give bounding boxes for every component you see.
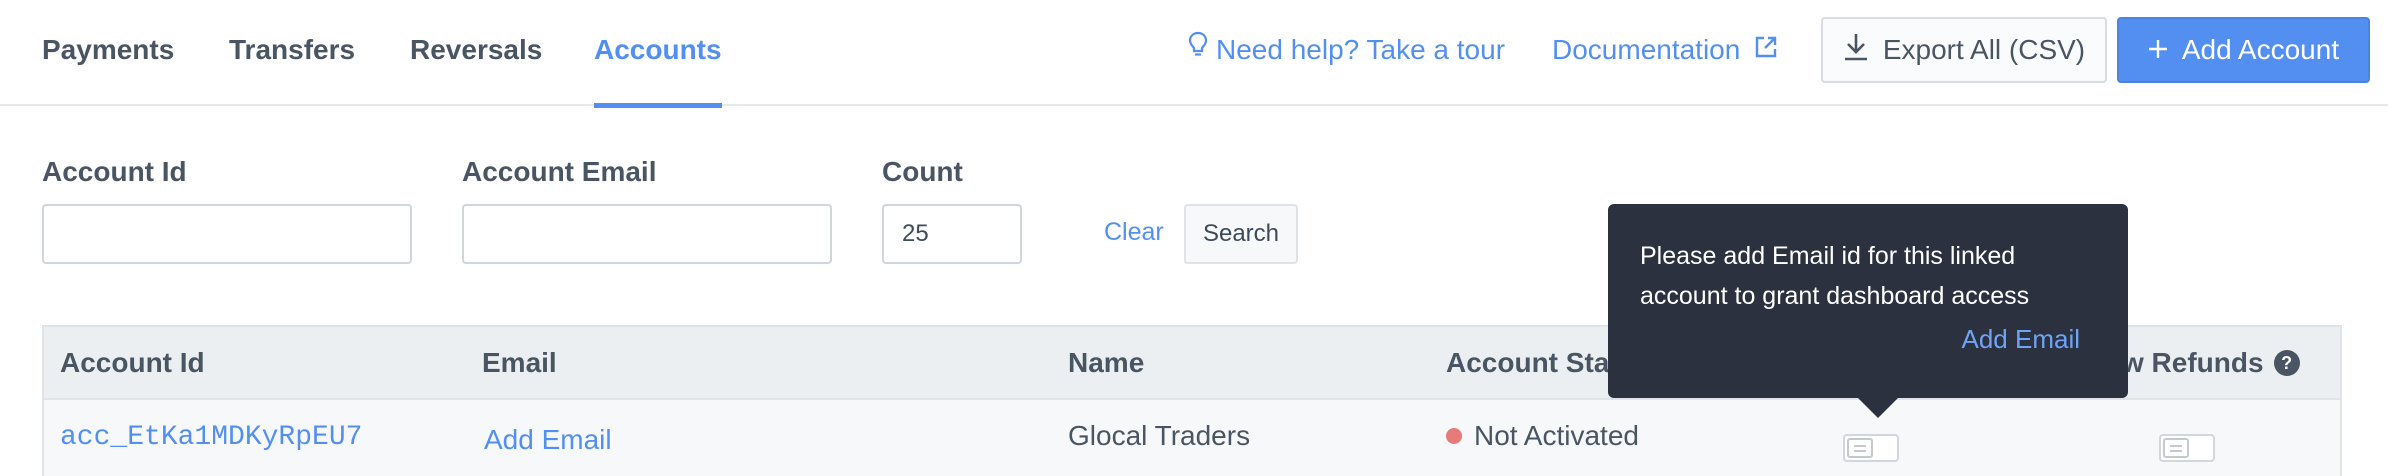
account-email-filter-label: Account Email xyxy=(462,156,657,187)
count-input[interactable] xyxy=(882,204,1022,264)
status-dot-icon xyxy=(1446,428,1462,444)
account-status: Not Activated xyxy=(1446,420,1639,452)
account-id-input[interactable] xyxy=(42,204,412,264)
documentation-label: Documentation xyxy=(1552,34,1741,65)
allow-refunds-toggle[interactable] xyxy=(2159,434,2215,462)
tab-reversals[interactable]: Reversals xyxy=(410,30,542,106)
account-email-input[interactable] xyxy=(462,204,832,264)
table-row: acc_EtKa1MDKyRpEU7 Add Email Glocal Trad… xyxy=(42,400,2342,476)
export-csv-label: Export All (CSV) xyxy=(1882,34,2086,65)
tooltip-add-email-link[interactable]: Add Email xyxy=(1962,324,2081,355)
account-name: Glocal Traders xyxy=(1068,420,1251,451)
toggle-knob-icon xyxy=(2163,438,2189,458)
column-header-name: Name xyxy=(1068,347,1145,378)
account-status-label: Not Activated xyxy=(1474,420,1639,451)
download-icon xyxy=(1843,32,1869,69)
dashboard-access-toggle[interactable] xyxy=(1843,434,1899,462)
lightbulb-icon xyxy=(1188,30,1208,70)
column-header-refunds-label: w Refunds xyxy=(2122,347,2264,378)
tab-transfers[interactable]: Transfers xyxy=(229,30,355,106)
top-nav: Payments Transfers Reversals Accounts Ne… xyxy=(0,0,2388,108)
tab-payments[interactable]: Payments xyxy=(42,30,174,106)
count-filter-label: Count xyxy=(882,156,963,187)
account-id-link[interactable]: acc_EtKa1MDKyRpEU7 xyxy=(60,422,362,453)
help-tour-label: Need help? Take a tour xyxy=(1216,34,1506,65)
add-email-link[interactable]: Add Email xyxy=(484,424,612,456)
dashboard-access-tooltip: Please add Email id for this linked acco… xyxy=(1608,204,2128,418)
column-header-email: Email xyxy=(482,347,557,378)
add-account-label: Add Account xyxy=(2181,34,2340,65)
add-account-button[interactable]: Add Account xyxy=(2117,17,2370,83)
tooltip-text: Please add Email id for this linked acco… xyxy=(1640,242,2030,310)
help-tour-link[interactable]: Need help? Take a tour xyxy=(1188,30,1505,70)
column-header-account-id: Account Id xyxy=(60,347,205,378)
toggle-knob-icon xyxy=(1847,438,1873,458)
tab-accounts[interactable]: Accounts xyxy=(594,30,722,108)
column-header-account-status: Account Stat xyxy=(1446,347,1619,378)
plus-icon xyxy=(2148,34,2168,66)
export-csv-button[interactable]: Export All (CSV) xyxy=(1821,17,2107,83)
search-button[interactable]: Search xyxy=(1184,204,1298,264)
question-icon[interactable]: ? xyxy=(2273,350,2300,376)
external-link-icon xyxy=(1754,30,1778,70)
clear-filters-link[interactable]: Clear xyxy=(1104,218,1164,247)
account-id-filter-label: Account Id xyxy=(42,156,187,187)
column-header-refunds: w Refunds ? xyxy=(2122,347,2300,379)
documentation-link[interactable]: Documentation xyxy=(1552,30,1778,70)
